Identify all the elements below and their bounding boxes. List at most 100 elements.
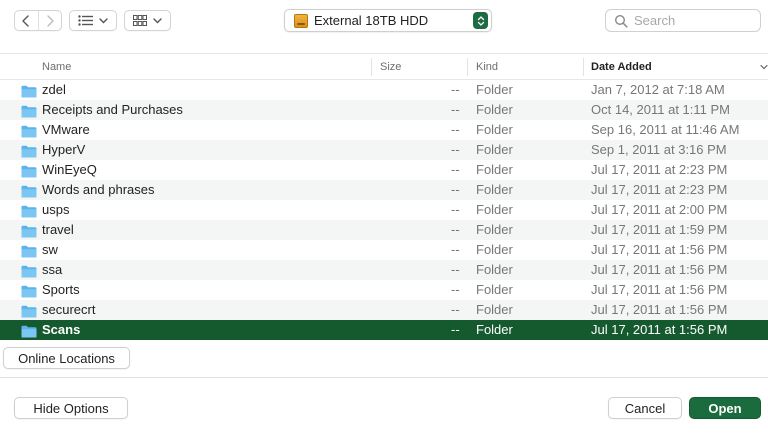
file-size: -- <box>451 222 460 237</box>
column-kind[interactable]: Kind <box>476 54 498 80</box>
file-size: -- <box>451 122 460 137</box>
file-name: securecrt <box>42 302 96 317</box>
file-name: usps <box>42 202 70 217</box>
file-name: sw <box>42 242 58 257</box>
grid-view-button[interactable] <box>124 10 171 31</box>
file-size: -- <box>451 282 460 297</box>
file-date-added: Jul 17, 2011 at 1:59 PM <box>591 222 728 237</box>
file-kind: Folder <box>476 302 513 317</box>
file-kind: Folder <box>476 322 513 337</box>
list-view-button[interactable] <box>69 10 117 31</box>
file-name: Sports <box>42 282 80 297</box>
file-size: -- <box>451 82 460 97</box>
file-name: Receipts and Purchases <box>42 102 183 117</box>
search-field[interactable] <box>605 9 761 32</box>
file-kind: Folder <box>476 222 513 237</box>
file-row[interactable]: sw -- Folder Jul 17, 2011 at 1:56 PM <box>0 240 768 260</box>
folder-icon <box>21 304 37 318</box>
folder-icon <box>21 164 37 178</box>
file-kind: Folder <box>476 202 513 217</box>
file-name: WinEyeQ <box>42 162 97 177</box>
file-date-added: Jul 17, 2011 at 1:56 PM <box>591 242 728 257</box>
column-size[interactable]: Size <box>380 54 401 80</box>
file-size: -- <box>451 242 460 257</box>
file-date-added: Sep 1, 2011 at 3:16 PM <box>591 142 727 157</box>
folder-icon <box>21 264 37 278</box>
file-name: VMware <box>42 122 90 137</box>
file-size: -- <box>451 162 460 177</box>
file-size: -- <box>451 102 460 117</box>
popup-stepper-icon <box>473 12 488 29</box>
folder-icon <box>21 324 37 338</box>
column-name[interactable]: Name <box>42 54 71 80</box>
file-row[interactable]: Receipts and Purchases -- Folder Oct 14, 20… <box>0 100 768 120</box>
file-row[interactable]: Scans -- Folder Jul 17, 2011 at 1:56 PM <box>0 320 768 340</box>
file-date-added: Jan 7, 2012 at 7:18 AM <box>591 82 725 97</box>
file-row[interactable]: HyperV -- Folder Sep 1, 2011 at 3:16 PM <box>0 140 768 160</box>
open-button[interactable]: Open <box>689 397 761 419</box>
folder-icon <box>21 284 37 298</box>
file-kind: Folder <box>476 122 513 137</box>
file-size: -- <box>451 202 460 217</box>
folder-icon <box>21 244 37 258</box>
file-kind: Folder <box>476 142 513 157</box>
column-header: Name Size Kind Date Added <box>0 53 768 80</box>
list-view-icon <box>78 15 93 26</box>
hide-options-button[interactable]: Hide Options <box>14 397 128 419</box>
chevron-right-icon <box>47 14 54 27</box>
file-row[interactable]: VMware -- Folder Sep 16, 2011 at 11:46 AM <box>0 120 768 140</box>
toolbar: External 18TB HDD <box>0 0 768 44</box>
column-divider[interactable] <box>467 58 468 76</box>
file-size: -- <box>451 142 460 157</box>
file-row[interactable]: securecrt -- Folder Jul 17, 2011 at 1:56 PM <box>0 300 768 320</box>
file-date-added: Jul 17, 2011 at 2:00 PM <box>591 202 728 217</box>
file-size: -- <box>451 322 460 337</box>
column-date-added[interactable]: Date Added <box>591 54 652 80</box>
location-popup[interactable]: External 18TB HDD <box>284 9 492 32</box>
folder-icon <box>21 204 37 218</box>
online-locations-button[interactable]: Online Locations <box>3 347 130 369</box>
chevron-down-icon <box>153 17 162 23</box>
file-row[interactable]: ssa -- Folder Jul 17, 2011 at 1:56 PM <box>0 260 768 280</box>
column-divider[interactable] <box>371 58 372 76</box>
cancel-button[interactable]: Cancel <box>608 397 682 419</box>
file-size: -- <box>451 262 460 277</box>
file-row[interactable]: WinEyeQ -- Folder Jul 17, 2011 at 2:23 PM <box>0 160 768 180</box>
file-kind: Folder <box>476 182 513 197</box>
file-date-added: Sep 16, 2011 at 11:46 AM <box>591 122 740 137</box>
file-row[interactable]: usps -- Folder Jul 17, 2011 at 2:00 PM <box>0 200 768 220</box>
column-divider[interactable] <box>583 58 584 76</box>
navigation-buttons <box>14 10 62 31</box>
file-name: ssa <box>42 262 63 277</box>
file-date-added: Jul 17, 2011 at 1:56 PM <box>591 322 728 337</box>
file-date-added: Oct 14, 2011 at 1:11 PM <box>591 102 730 117</box>
file-date-added: Jul 17, 2011 at 2:23 PM <box>591 162 728 177</box>
forward-button[interactable] <box>37 11 62 30</box>
file-kind: Folder <box>476 102 513 117</box>
file-row[interactable]: Sports -- Folder Jul 17, 2011 at 1:56 PM <box>0 280 768 300</box>
external-drive-icon <box>294 13 308 28</box>
file-name: Scans <box>42 322 81 337</box>
file-date-added: Jul 17, 2011 at 1:56 PM <box>591 282 728 297</box>
folder-icon <box>21 144 37 158</box>
file-name: Words and phrases <box>42 182 155 197</box>
grid-view-icon <box>133 15 147 26</box>
search-icon <box>614 14 628 28</box>
divider <box>0 377 768 378</box>
file-row[interactable]: travel -- Folder Jul 17, 2011 at 1:59 PM <box>0 220 768 240</box>
file-name: zdel <box>42 82 66 97</box>
file-size: -- <box>451 182 460 197</box>
file-row[interactable]: Words and phrases -- Folder Jul 17, 2011 at… <box>0 180 768 200</box>
sort-descending-icon <box>760 64 768 70</box>
chevron-down-icon <box>99 17 108 23</box>
file-kind: Folder <box>476 162 513 177</box>
folder-icon <box>21 84 37 98</box>
back-button[interactable] <box>15 11 38 30</box>
file-row[interactable]: zdel -- Folder Jan 7, 2012 at 7:18 AM <box>0 80 768 100</box>
search-input[interactable] <box>634 13 754 28</box>
file-date-added: Jul 17, 2011 at 1:56 PM <box>591 262 728 277</box>
file-date-added: Jul 17, 2011 at 2:23 PM <box>591 182 728 197</box>
file-date-added: Jul 17, 2011 at 1:56 PM <box>591 302 728 317</box>
folder-icon <box>21 104 37 118</box>
file-size: -- <box>451 302 460 317</box>
